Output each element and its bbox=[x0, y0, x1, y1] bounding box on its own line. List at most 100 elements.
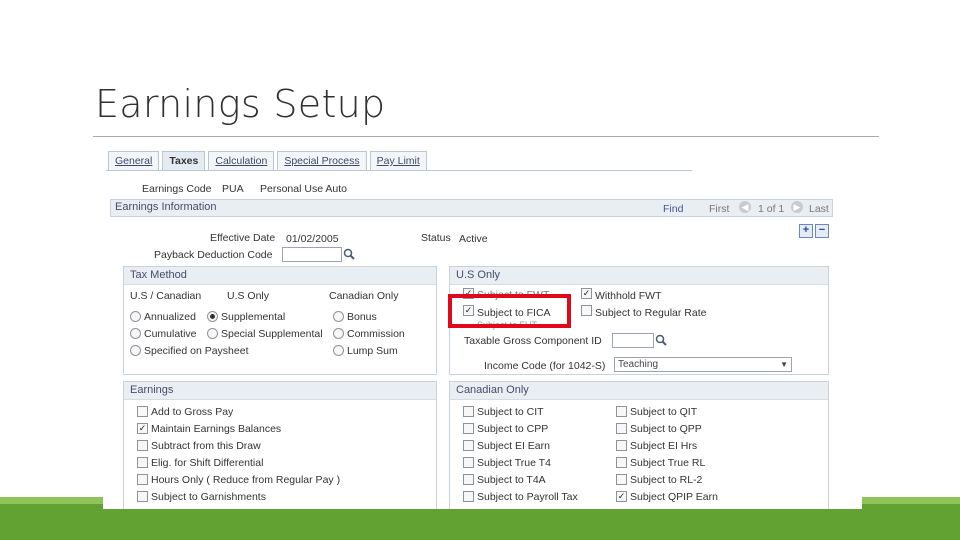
tab-underline bbox=[106, 170, 692, 171]
lookup-search-icon[interactable] bbox=[343, 248, 355, 260]
previous-arrow-icon[interactable]: ◀ bbox=[739, 201, 751, 213]
taxable-gross-lookup-icon[interactable] bbox=[655, 334, 667, 346]
tab-taxes[interactable]: Taxes bbox=[162, 151, 206, 170]
earnings-group: Earnings Add to Gross Pay ✓ Maintain Ear… bbox=[123, 381, 437, 509]
canadian-only-header: Canadian Only bbox=[329, 290, 399, 302]
effective-date-label: Effective Date bbox=[210, 232, 276, 244]
subject-ei-hrs-label: Subject EI Hrs bbox=[630, 440, 698, 452]
subject-regular-rate-label: Subject to Regular Rate bbox=[595, 307, 707, 319]
payback-deduction-input[interactable] bbox=[282, 247, 342, 262]
supplemental-label: Supplemental bbox=[221, 311, 286, 323]
subject-payroll-tax-label: Subject to Payroll Tax bbox=[477, 491, 578, 503]
hours-only-label: Hours Only ( Reduce from Regular Pay ) bbox=[151, 474, 341, 486]
subject-qit-label: Subject to QIT bbox=[630, 406, 698, 418]
specified-on-paysheet-label: Specified on Paysheet bbox=[144, 345, 249, 357]
elig-shift-differential-label: Elig. for Shift Differential bbox=[151, 457, 264, 469]
add-to-gross-pay-label: Add to Gross Pay bbox=[151, 406, 234, 418]
subject-true-t4-checkbox[interactable] bbox=[463, 457, 474, 468]
subject-qpip-earn-label: Subject QPIP Earn bbox=[630, 491, 718, 503]
bonus-label: Bonus bbox=[347, 311, 377, 323]
annualized-label: Annualized bbox=[144, 311, 196, 323]
taxable-gross-label: Taxable Gross Component ID bbox=[464, 335, 602, 347]
us-only-title: U.S Only bbox=[450, 267, 828, 285]
subject-qpip-earn-checkbox[interactable]: ✓ bbox=[616, 491, 627, 502]
subject-true-rl-label: Subject True RL bbox=[630, 457, 706, 469]
cumulative-label: Cumulative bbox=[144, 328, 197, 340]
taxable-gross-input[interactable] bbox=[612, 333, 654, 348]
earnings-info-title: Earnings Information bbox=[115, 201, 217, 213]
fica-highlight-box bbox=[448, 294, 571, 328]
subject-cit-label: Subject to CIT bbox=[477, 406, 544, 418]
page-status: 1 of 1 bbox=[758, 203, 785, 215]
status-label: Status bbox=[421, 232, 451, 244]
subject-cpp-checkbox[interactable] bbox=[463, 423, 474, 434]
subject-cit-checkbox[interactable] bbox=[463, 406, 474, 417]
earnings-code-description: Personal Use Auto bbox=[260, 183, 347, 195]
subject-payroll-tax-checkbox[interactable] bbox=[463, 491, 474, 502]
subject-ei-hrs-checkbox[interactable] bbox=[616, 440, 627, 451]
subject-rl2-checkbox[interactable] bbox=[616, 474, 627, 485]
subject-garnishments-checkbox[interactable] bbox=[137, 491, 148, 502]
earnings-code-value: PUA bbox=[222, 183, 244, 195]
subject-qpp-checkbox[interactable] bbox=[616, 423, 627, 434]
hours-only-checkbox[interactable] bbox=[137, 474, 148, 485]
us-only-header: U.S Only bbox=[227, 290, 270, 302]
radio-specified-on-paysheet[interactable] bbox=[130, 345, 141, 356]
earnings-title: Earnings bbox=[124, 382, 436, 400]
radio-special-supplemental[interactable] bbox=[207, 328, 218, 339]
earnings-code-label: Earnings Code bbox=[142, 183, 212, 195]
elig-shift-differential-checkbox[interactable] bbox=[137, 457, 148, 468]
subject-t4a-checkbox[interactable] bbox=[463, 474, 474, 485]
footer-band bbox=[0, 504, 960, 540]
subject-ei-earn-checkbox[interactable] bbox=[463, 440, 474, 451]
maintain-earnings-balances-label: Maintain Earnings Balances bbox=[151, 423, 282, 435]
canadian-only-title: Canadian Only bbox=[450, 382, 828, 400]
last-link[interactable]: Last bbox=[809, 203, 829, 215]
subject-qit-checkbox[interactable] bbox=[616, 406, 627, 417]
subject-garnishments-label: Subject to Garnishments bbox=[151, 491, 266, 503]
slide-title: Earnings Setup bbox=[95, 82, 386, 126]
first-link[interactable]: First bbox=[709, 203, 729, 215]
payback-deduction-label: Payback Deduction Code bbox=[154, 249, 273, 261]
find-link[interactable]: Find bbox=[663, 203, 683, 215]
subject-true-rl-checkbox[interactable] bbox=[616, 457, 627, 468]
peoplesoft-screenshot: General Taxes Calculation Special Proces… bbox=[103, 145, 862, 509]
title-divider bbox=[93, 136, 879, 137]
commission-label: Commission bbox=[347, 328, 405, 340]
tab-bar: General Taxes Calculation Special Proces… bbox=[108, 151, 427, 170]
add-row-icon[interactable]: + bbox=[799, 224, 813, 238]
next-arrow-icon[interactable]: ▶ bbox=[791, 201, 803, 213]
tab-special-process[interactable]: Special Process bbox=[277, 151, 367, 170]
subject-rl2-label: Subject to RL-2 bbox=[630, 474, 703, 486]
subject-qpp-label: Subject to QPP bbox=[630, 423, 702, 435]
withhold-fwt-label: Withhold FWT bbox=[595, 290, 662, 302]
tax-method-title: Tax Method bbox=[124, 267, 436, 285]
delete-row-icon[interactable]: − bbox=[815, 224, 829, 238]
maintain-earnings-balances-checkbox[interactable]: ✓ bbox=[137, 423, 148, 434]
radio-bonus[interactable] bbox=[333, 311, 344, 322]
radio-supplemental[interactable] bbox=[207, 311, 218, 322]
us-canadian-header: U.S / Canadian bbox=[130, 290, 202, 302]
income-code-select[interactable]: Teaching ▼ bbox=[614, 357, 792, 372]
earnings-info-bar: Earnings Information Find First ◀ 1 of 1… bbox=[110, 199, 833, 217]
status-value: Active bbox=[459, 233, 488, 245]
withhold-fwt-checkbox[interactable]: ✓ bbox=[581, 288, 592, 299]
income-code-label: Income Code (for 1042-S) bbox=[484, 360, 606, 372]
effective-date-value: 01/02/2005 bbox=[286, 233, 339, 245]
subject-regular-rate-checkbox[interactable] bbox=[581, 305, 592, 316]
lump-sum-label: Lump Sum bbox=[347, 345, 398, 357]
radio-cumulative[interactable] bbox=[130, 328, 141, 339]
tab-general[interactable]: General bbox=[108, 151, 160, 170]
add-to-gross-pay-checkbox[interactable] bbox=[137, 406, 148, 417]
subject-t4a-label: Subject to T4A bbox=[477, 474, 546, 486]
subtract-from-draw-checkbox[interactable] bbox=[137, 440, 148, 451]
dropdown-arrow-icon: ▼ bbox=[780, 360, 788, 369]
radio-commission[interactable] bbox=[333, 328, 344, 339]
subject-ei-earn-label: Subject EI Earn bbox=[477, 440, 550, 452]
tax-method-group: Tax Method U.S / Canadian U.S Only Canad… bbox=[123, 266, 437, 375]
radio-annualized[interactable] bbox=[130, 311, 141, 322]
tab-pay-limit[interactable]: Pay Limit bbox=[369, 151, 427, 170]
canadian-only-group: Canadian Only Subject to CIT Subject to … bbox=[449, 381, 829, 509]
radio-lump-sum[interactable] bbox=[333, 345, 344, 356]
tab-calculation[interactable]: Calculation bbox=[208, 151, 275, 170]
